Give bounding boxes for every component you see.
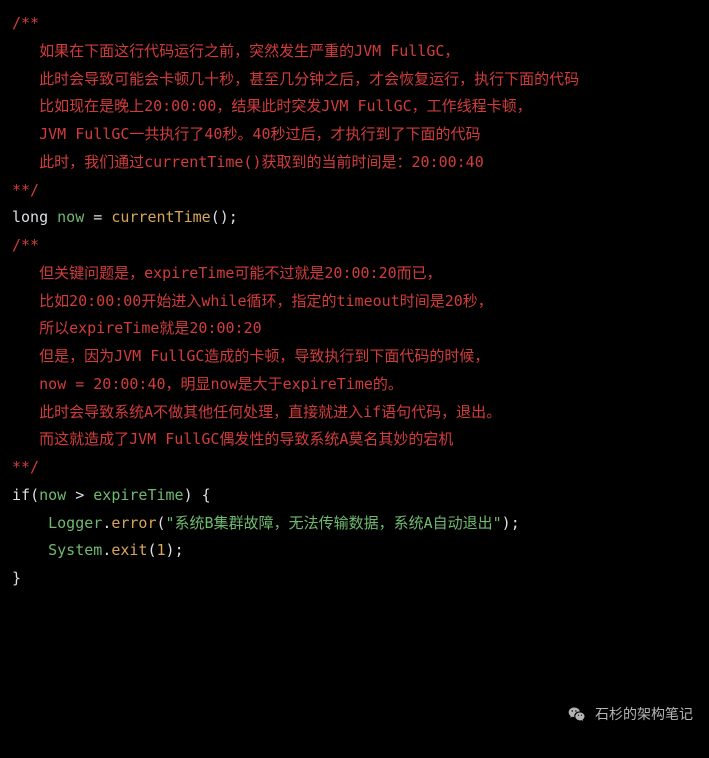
indent	[12, 541, 48, 559]
dot-operator: .	[102, 541, 111, 559]
watermark: 石杉的架构笔记	[567, 702, 693, 728]
keyword-long: long	[12, 208, 48, 226]
keyword-if: if	[12, 486, 30, 504]
comment-line: 而这就造成了JVM FullGC偶发性的导致系统A莫名其妙的宕机	[12, 426, 697, 454]
dot-operator: .	[102, 514, 111, 532]
paren-close-brace: ) {	[184, 486, 211, 504]
semicolon: ;	[511, 514, 520, 532]
object-system: System	[48, 541, 102, 559]
number-literal-1: 1	[157, 541, 166, 559]
comment-line: 如果在下面这行代码运行之前，突然发生严重的JVM FullGC，	[12, 38, 697, 66]
comment-line: 但关键问题是，expireTime可能不过就是20:00:20而已，	[12, 260, 697, 288]
paren-close: )	[502, 514, 511, 532]
paren-open: (	[147, 541, 156, 559]
function-currentTime: currentTime	[111, 208, 210, 226]
comment-open-2: /**	[12, 232, 697, 260]
comment-close-1: **/	[12, 177, 697, 205]
comment-line: now = 20:00:40，明显now是大于expireTime的。	[12, 371, 697, 399]
comment-line: 但是，因为JVM FullGC造成的卡顿，导致执行到下面代码的时候，	[12, 343, 697, 371]
comment-line: 此时会导致系统A不做其他任何处理，直接就进入if语句代码，退出。	[12, 399, 697, 427]
comment-line: JVM FullGC一共执行了40秒。40秒过后，才执行到了下面的代码	[12, 121, 697, 149]
system-exit-call: System.exit(1);	[12, 537, 697, 565]
method-error: error	[111, 514, 156, 532]
paren-open: (	[30, 486, 39, 504]
logger-error-call: Logger.error("系统B集群故障，无法传输数据，系统A自动退出");	[12, 510, 697, 538]
method-exit: exit	[111, 541, 147, 559]
string-literal-error-msg: "系统B集群故障，无法传输数据，系统A自动退出"	[166, 514, 502, 532]
paren-close: )	[166, 541, 175, 559]
indent	[12, 514, 48, 532]
comment-close-2: **/	[12, 454, 697, 482]
identifier-now: now	[57, 208, 84, 226]
identifier-expireTime: expireTime	[93, 486, 183, 504]
comment-open-1: /**	[12, 10, 697, 38]
identifier-now: now	[39, 486, 66, 504]
comment-line: 此时会导致可能会卡顿几十秒，甚至几分钟之后，才会恢复运行，执行下面的代码	[12, 66, 697, 94]
comment-line: 比如现在是晚上20:00:00，结果此时突发JVM FullGC，工作线程卡顿，	[12, 93, 697, 121]
comment-line: 此时，我们通过currentTime()获取到的当前时间是：20:00:40	[12, 149, 697, 177]
semicolon: ;	[229, 208, 238, 226]
brace-close: }	[12, 565, 697, 593]
code-block: /** 如果在下面这行代码运行之前，突然发生严重的JVM FullGC， 此时会…	[12, 10, 697, 593]
watermark-text: 石杉的架构笔记	[595, 702, 693, 728]
comment-line: 比如20:00:00开始进入while循环，指定的timeout时间是20秒，	[12, 288, 697, 316]
paren-open: (	[157, 514, 166, 532]
object-logger: Logger	[48, 514, 102, 532]
operator-assign: =	[84, 208, 111, 226]
paren-empty: ()	[211, 208, 229, 226]
closing-brace: }	[12, 569, 21, 587]
statement-now-assign: long now = currentTime();	[12, 204, 697, 232]
if-statement: if(now > expireTime) {	[12, 482, 697, 510]
comment-line: 所以expireTime就是20:00:20	[12, 315, 697, 343]
semicolon: ;	[175, 541, 184, 559]
wechat-icon	[567, 705, 587, 725]
operator-gt: >	[66, 486, 93, 504]
